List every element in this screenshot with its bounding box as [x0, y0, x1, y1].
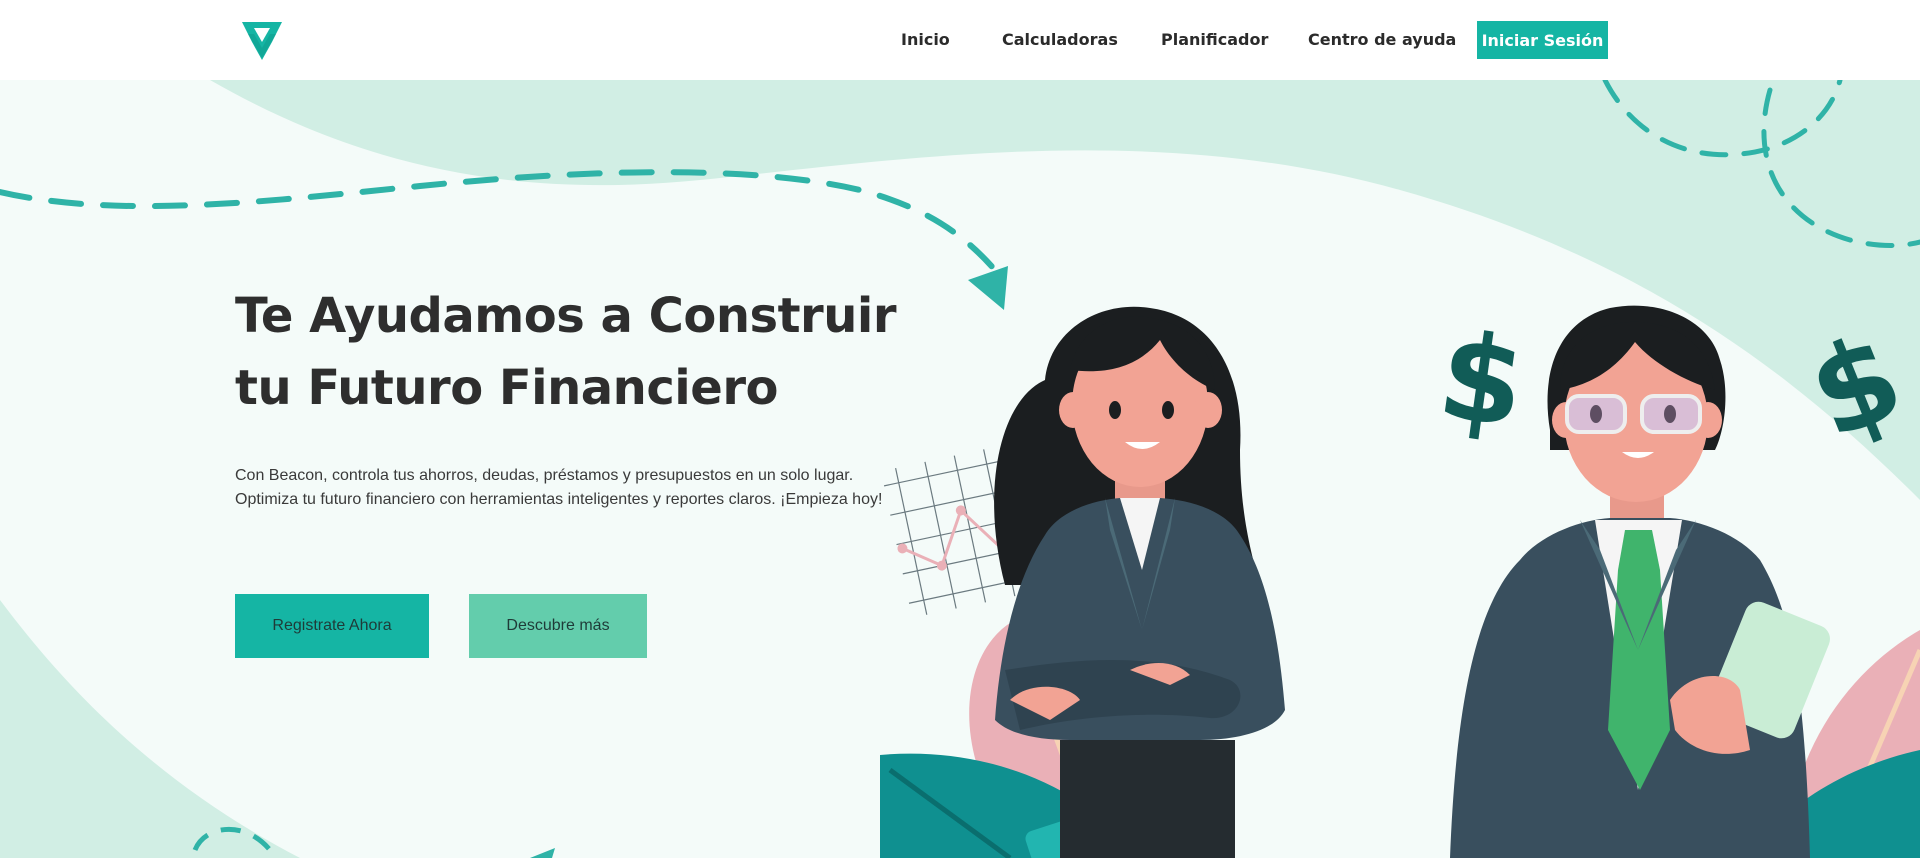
- hero-section: Te Ayudamos a Construir tu Futuro Financ…: [0, 80, 1920, 858]
- nav-link-centro-de-ayuda[interactable]: Centro de ayuda: [1308, 21, 1456, 59]
- site-header: Inicio Calculadoras Planificador Centro …: [0, 0, 1920, 80]
- nav-link-planificador[interactable]: Planificador: [1161, 21, 1268, 59]
- dashed-arrow-icon: [0, 169, 998, 273]
- dollar-sign-icon: $: [1431, 307, 1533, 456]
- hero-title-line1: Te Ayudamos a Construir: [235, 288, 897, 344]
- main-nav: Inicio Calculadoras Planificador Centro …: [0, 21, 1920, 59]
- hero-title: Te Ayudamos a Construir tu Futuro Financ…: [235, 280, 915, 424]
- discover-more-button[interactable]: Descubre más: [469, 594, 647, 658]
- register-button[interactable]: Registrate Ahora: [235, 594, 429, 658]
- nav-link-inicio[interactable]: Inicio: [901, 21, 950, 59]
- hero-title-line2: tu Futuro Financiero: [235, 360, 778, 416]
- hero-description: Con Beacon, controla tus ahorros, deudas…: [235, 467, 883, 508]
- hero-content: Te Ayudamos a Construir tu Futuro Financ…: [235, 280, 915, 658]
- nav-link-calculadoras[interactable]: Calculadoras: [1002, 21, 1118, 59]
- login-button[interactable]: Iniciar Sesión: [1477, 21, 1608, 59]
- business-people-illustration: $ $: [880, 305, 1920, 858]
- dollar-sign-icon: $: [1791, 307, 1920, 467]
